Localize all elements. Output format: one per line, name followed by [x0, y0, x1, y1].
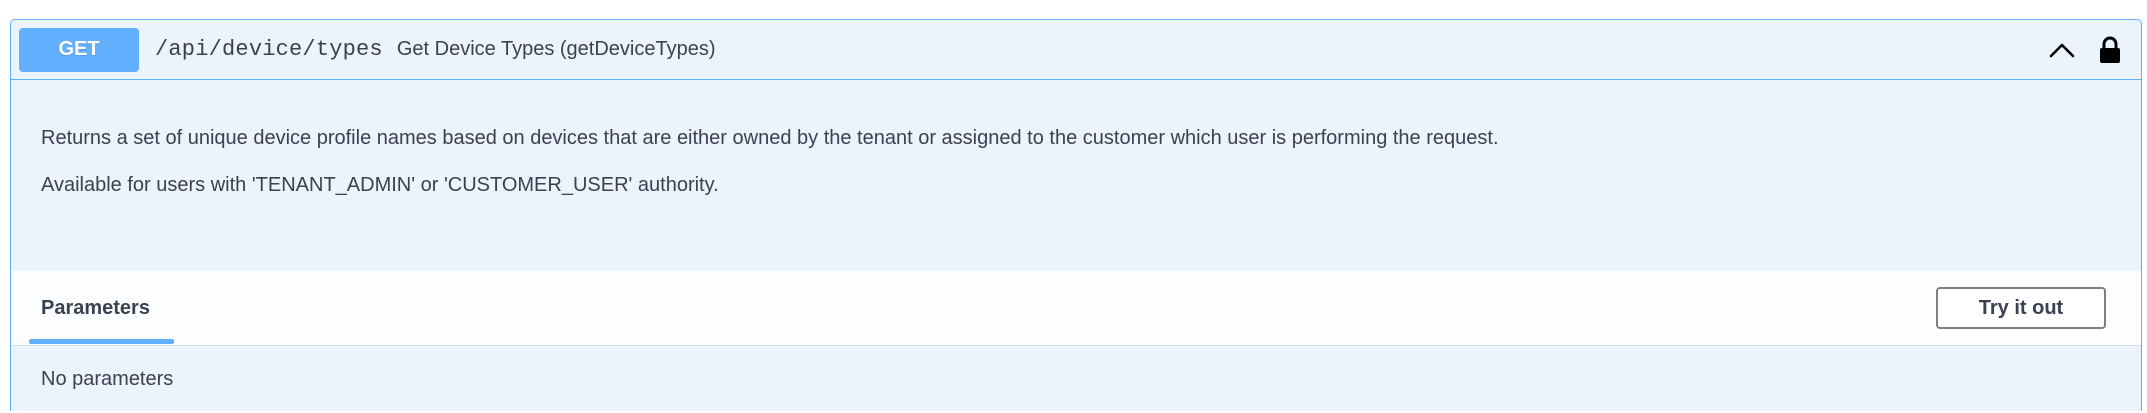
no-parameters-text: No parameters	[41, 368, 174, 390]
endpoint-path: /api/device/types	[155, 37, 383, 62]
description-line: Returns a set of unique device profile n…	[41, 127, 1499, 149]
tab-parameters[interactable]: Parameters	[29, 271, 174, 346]
lock-icon[interactable]	[2095, 35, 2125, 65]
operation-block: GET /api/device/types Get Device Types (…	[10, 19, 2142, 411]
parameters-header: Parameters Try it out	[11, 271, 2141, 346]
operation-description: Returns a set of unique device profile n…	[11, 80, 2141, 271]
summary-controls	[2047, 20, 2125, 80]
active-tab-indicator	[29, 338, 174, 344]
http-method-badge: GET	[19, 27, 139, 72]
tab-parameters-label: Parameters	[41, 296, 150, 319]
operation-summary[interactable]: GET /api/device/types Get Device Types (…	[11, 20, 2141, 80]
try-it-out-button[interactable]: Try it out	[1936, 287, 2106, 329]
chevron-up-icon[interactable]	[2047, 35, 2077, 65]
description-authority: Available for users with 'TENANT_ADMIN' …	[41, 174, 719, 196]
operation-summary-text: Get Device Types (getDeviceTypes)	[396, 38, 716, 60]
